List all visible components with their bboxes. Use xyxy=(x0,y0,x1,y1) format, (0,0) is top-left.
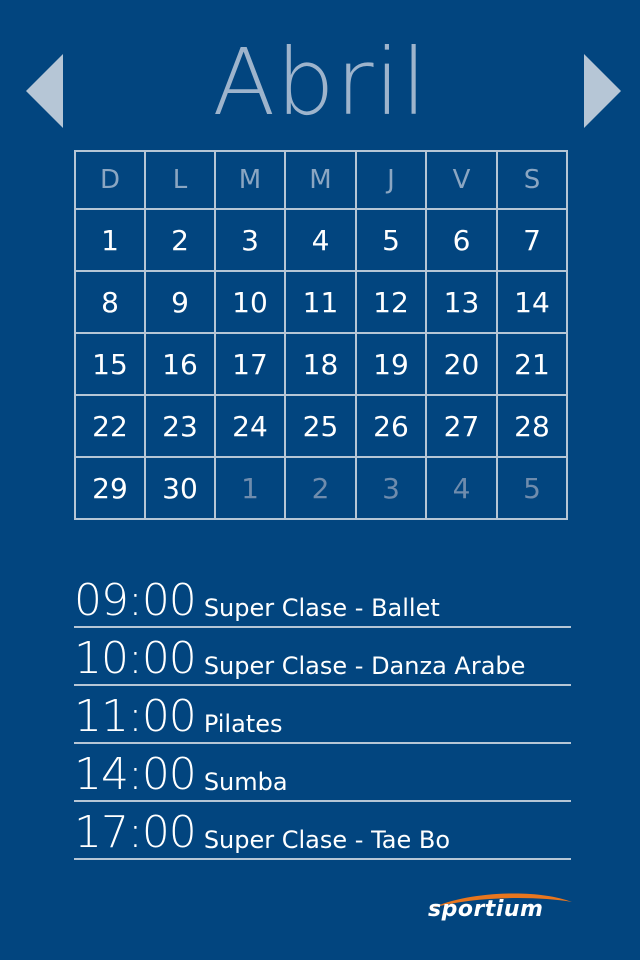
calendar-week-row: 22 23 24 25 26 27 28 xyxy=(74,394,568,458)
calendar-day-cell[interactable]: 25 xyxy=(284,394,357,458)
calendar-day-cell[interactable]: 4 xyxy=(284,208,357,272)
calendar-day-cell[interactable]: 7 xyxy=(496,208,568,272)
class-schedule-list: 09:00 Super Clase - Ballet 10:00 Super Clas… xyxy=(74,570,571,860)
calendar-day-cell[interactable]: 20 xyxy=(425,332,498,396)
calendar-day-cell-next-month[interactable]: 1 xyxy=(214,456,286,520)
calendar-day-cell[interactable]: 3 xyxy=(214,208,286,272)
calendar-day-cell[interactable]: 27 xyxy=(425,394,498,458)
calendar-day-cell[interactable]: 18 xyxy=(284,332,357,396)
calendar-day-cell[interactable]: 29 xyxy=(74,456,146,520)
schedule-class-name: Sumba xyxy=(203,768,288,796)
schedule-time: 11:00 xyxy=(74,691,197,742)
calendar-week-row: 29 30 1 2 3 4 5 xyxy=(74,456,568,520)
schedule-time: 10:00 xyxy=(74,633,197,684)
calendar-week-row: 1234567 xyxy=(74,208,568,272)
weekday-sunday: D xyxy=(74,150,146,210)
calendar-day-cell-next-month[interactable]: 5 xyxy=(496,456,568,520)
calendar-day-cell[interactable]: 21 xyxy=(496,332,568,396)
schedule-time: 14:00 xyxy=(74,749,197,800)
calendar-day-cell-next-month[interactable]: 2 xyxy=(284,456,357,520)
calendar-day-cell[interactable]: 24 xyxy=(214,394,286,458)
weekday-thursday: J xyxy=(355,150,427,210)
sportium-logo: sportium xyxy=(418,888,584,932)
calendar-day-cell-next-month[interactable]: 4 xyxy=(425,456,498,520)
calendar-day-cell[interactable]: 13 xyxy=(425,270,498,334)
schedule-class-name: Super Clase - Danza Arabe xyxy=(203,652,526,680)
weekday-wednesday: M xyxy=(284,150,357,210)
weekday-friday: V xyxy=(425,150,498,210)
calendar-day-cell[interactable]: 8 xyxy=(74,270,146,334)
logo-wordmark: sportium xyxy=(428,897,544,922)
month-title: Abril xyxy=(212,29,428,136)
schedule-item[interactable]: 14:00 Sumba xyxy=(74,744,571,802)
calendar-day-cell[interactable]: 10 xyxy=(214,270,286,334)
calendar-day-cell[interactable]: 6 xyxy=(425,208,498,272)
calendar-day-cell[interactable]: 19 xyxy=(355,332,427,396)
calendar-week-row: 15 16 17 18 19 20 21 xyxy=(74,332,568,396)
schedule-class-name: Super Clase - Ballet xyxy=(203,594,440,622)
calendar-day-cell[interactable]: 26 xyxy=(355,394,427,458)
calendar-day-cell[interactable]: 12 xyxy=(355,270,427,334)
next-month-arrow-icon[interactable] xyxy=(584,54,621,128)
calendar-day-cell[interactable]: 5 xyxy=(355,208,427,272)
calendar-day-cell[interactable]: 9 xyxy=(144,270,216,334)
calendar-day-cell[interactable]: 16 xyxy=(144,332,216,396)
schedule-class-name: Pilates xyxy=(203,710,283,738)
calendar-day-cell[interactable]: 28 xyxy=(496,394,568,458)
schedule-time: 17:00 xyxy=(74,807,197,858)
weekday-saturday: S xyxy=(496,150,568,210)
calendar-day-cell[interactable]: 11 xyxy=(284,270,357,334)
schedule-item[interactable]: 17:00 Super Clase - Tae Bo xyxy=(74,802,571,860)
calendar-day-cell[interactable]: 22 xyxy=(74,394,146,458)
calendar-day-cell[interactable]: 14 xyxy=(496,270,568,334)
calendar-day-cell[interactable]: 2 xyxy=(144,208,216,272)
schedule-item[interactable]: 10:00 Super Clase - Danza Arabe xyxy=(74,628,571,686)
weekday-header-row: D L M M J V S xyxy=(74,150,568,210)
schedule-class-name: Super Clase - Tae Bo xyxy=(203,826,451,854)
schedule-item[interactable]: 09:00 Super Clase - Ballet xyxy=(74,570,571,628)
calendar-week-row: 8 9 10 11 12 13 14 xyxy=(74,270,568,334)
calendar-day-cell[interactable]: 1 xyxy=(74,208,146,272)
schedule-time: 09:00 xyxy=(74,575,197,626)
calendar-grid: D L M M J V S 1 2 3 4 5 6 7 8 9 10 11 12 13 14 15 16 17 1… xyxy=(74,150,568,520)
schedule-item[interactable]: 11:00 Pilates xyxy=(74,686,571,744)
calendar-day-cell-next-month[interactable]: 3 xyxy=(355,456,427,520)
calendar-day-cell[interactable]: 17 xyxy=(214,332,286,396)
calendar-day-cell[interactable]: 15 xyxy=(74,332,146,396)
calendar-day-cell[interactable]: 23 xyxy=(144,394,216,458)
calendar-day-cell[interactable]: 30 xyxy=(144,456,216,520)
weekday-monday: L xyxy=(144,150,216,210)
weekday-tuesday: M xyxy=(214,150,286,210)
